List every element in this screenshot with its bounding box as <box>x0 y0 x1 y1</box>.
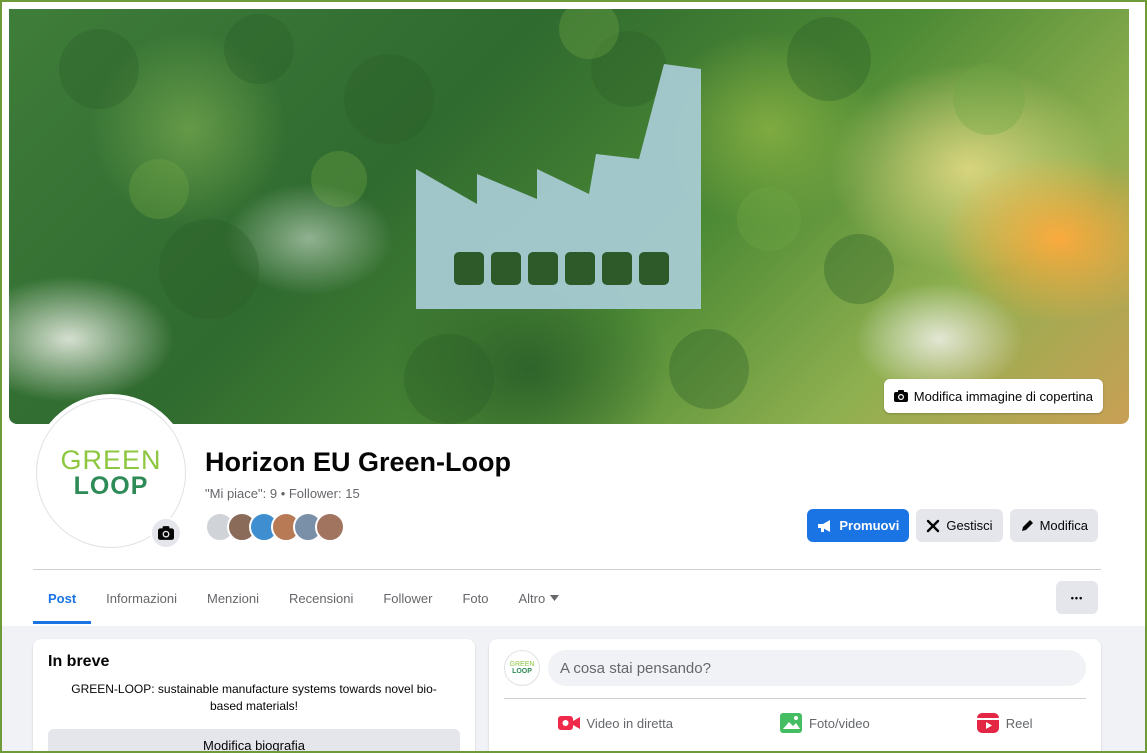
post-composer: GREEN LOOP A cosa stai pensando? Video i… <box>489 639 1101 751</box>
cover-photo: Modifica immagine di copertina <box>9 9 1129 424</box>
logo-text-bottom: LOOP <box>73 472 149 500</box>
pencil-icon <box>1021 519 1033 531</box>
mini-logo-top: GREEN <box>509 661 535 668</box>
edit-cover-button[interactable]: Modifica immagine di copertina <box>883 379 1103 413</box>
camera-icon <box>893 390 908 402</box>
tab-photos[interactable]: Foto <box>447 572 503 624</box>
more-options-button[interactable]: ••• <box>1056 581 1098 614</box>
megaphone-icon <box>818 519 831 532</box>
promote-label: Promuovi <box>839 518 900 533</box>
browser-frame: Modifica immagine di copertina GREEN LOO… <box>0 0 1147 753</box>
live-video-icon <box>557 716 580 730</box>
manage-button[interactable]: Gestisci <box>916 509 1003 542</box>
page-tabs: Post Informazioni Menzioni Recensioni Fo… <box>33 572 574 624</box>
follower-avatars[interactable] <box>205 512 345 544</box>
composer-placeholder: A cosa stai pensando? <box>560 659 711 677</box>
live-video-label: Video in diretta <box>586 715 674 731</box>
edit-bio-label: Modifica biografia <box>203 737 305 753</box>
tab-followers[interactable]: Follower <box>368 572 447 624</box>
photo-video-button[interactable]: Foto/video <box>768 707 882 739</box>
manage-label: Gestisci <box>946 518 993 533</box>
page-actions: Promuovi Gestisci Modifica <box>807 509 1098 542</box>
intro-bio-text: GREEN-LOOP: sustainable manufacture syst… <box>71 682 437 713</box>
logo-text-top: GREEN <box>60 445 162 475</box>
avatar[interactable]: GREEN LOOP <box>504 650 540 686</box>
divider <box>33 569 1101 570</box>
page-stats[interactable]: "Mi piace": 9 • Follower: 15 <box>205 486 360 501</box>
camera-icon <box>158 526 174 540</box>
tools-icon <box>927 519 940 532</box>
avatar[interactable] <box>315 512 345 542</box>
reel-icon <box>976 713 999 733</box>
tab-info[interactable]: Informazioni <box>91 572 192 624</box>
mini-logo-bottom: LOOP <box>512 668 532 675</box>
tab-post[interactable]: Post <box>33 572 92 624</box>
tab-reviews[interactable]: Recensioni <box>274 572 368 624</box>
reel-button[interactable]: Reel <box>965 707 1045 739</box>
promote-button[interactable]: Promuovi <box>807 509 910 542</box>
edit-bio-button[interactable]: Modifica biografia <box>48 729 460 753</box>
edit-label: Modifica <box>1039 518 1088 533</box>
caret-down-icon <box>550 595 560 601</box>
photo-icon <box>780 713 803 733</box>
divider <box>504 698 1086 699</box>
live-video-button[interactable]: Video in diretta <box>546 707 686 739</box>
factory-silhouette-image <box>59 9 1025 424</box>
page-title: Horizon EU Green-Loop <box>205 447 511 477</box>
photo-video-label: Foto/video <box>809 715 870 731</box>
update-profile-picture-button[interactable] <box>150 517 182 549</box>
composer-input[interactable]: A cosa stai pensando? <box>548 650 1086 686</box>
edit-cover-label: Modifica immagine di copertina <box>913 388 1093 404</box>
intro-card: In breve GREEN-LOOP: sustainable manufac… <box>33 639 475 753</box>
reel-label: Reel <box>1005 715 1033 731</box>
more-options-icon: ••• <box>1070 592 1084 603</box>
intro-title: In breve <box>48 653 110 670</box>
edit-button[interactable]: Modifica <box>1009 509 1098 542</box>
tab-more[interactable]: Altro <box>503 572 574 624</box>
tab-mentions[interactable]: Menzioni <box>192 572 274 624</box>
